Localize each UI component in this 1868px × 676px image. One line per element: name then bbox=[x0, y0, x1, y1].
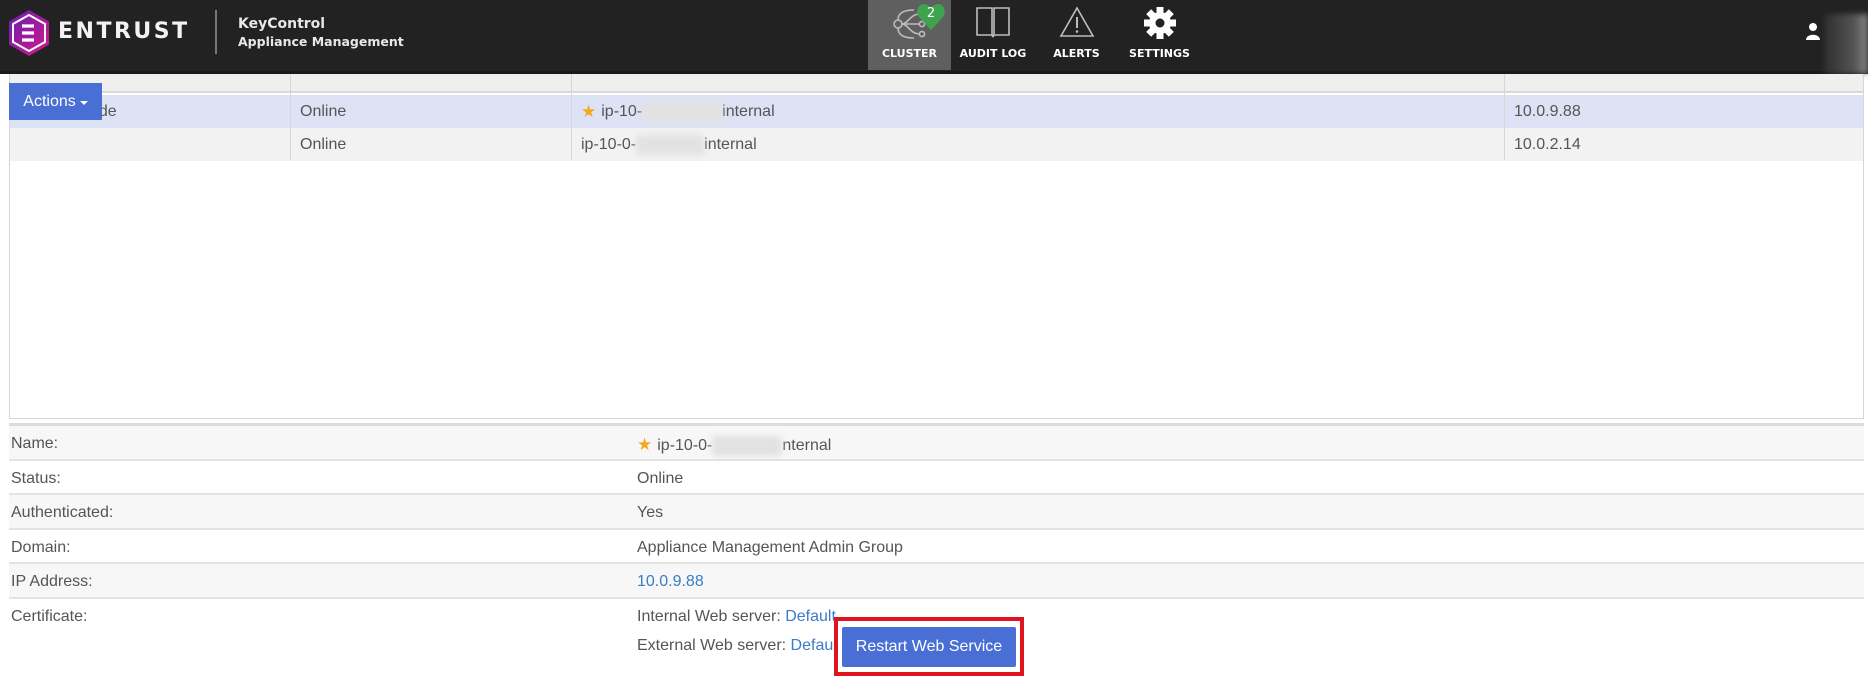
table-row[interactable]: Online ip-10-0- internal 10.0.2.14 bbox=[10, 128, 1863, 161]
external-web-server-label: External Web server: bbox=[637, 636, 791, 654]
book-icon bbox=[976, 7, 1010, 38]
primary-star-icon: ★ bbox=[581, 101, 597, 121]
name-prefix: ip-10-0- bbox=[657, 437, 713, 454]
user-name-redacted[interactable] bbox=[1824, 14, 1868, 74]
nav-label: ALERTS bbox=[1053, 47, 1100, 60]
entrust-logo-icon bbox=[9, 10, 49, 56]
user-icon[interactable] bbox=[1805, 22, 1821, 40]
detail-row-ip-address: IP Address: 10.0.9.88 bbox=[9, 564, 1864, 599]
detail-value: Appliance Management Admin Group bbox=[637, 538, 903, 556]
node-name-prefix: ip-10- bbox=[601, 102, 643, 120]
cluster-count-badge: 2 bbox=[916, 3, 946, 31]
nav-label: CLUSTER bbox=[881, 47, 938, 60]
caret-down-icon bbox=[79, 100, 88, 105]
brand-name: ENTRUST bbox=[58, 19, 190, 44]
node-ip-cell: 10.0.2.14 bbox=[1514, 135, 1581, 153]
column-divider bbox=[571, 74, 572, 160]
node-name-cell: ★ ip-10- internal bbox=[571, 95, 775, 128]
cluster-nodes-table: ode Online ★ ip-10- internal 10.0.9.88 O… bbox=[9, 74, 1864, 419]
node-role-cell bbox=[80, 128, 90, 161]
column-divider bbox=[1504, 74, 1505, 160]
detail-label: Name: bbox=[11, 435, 59, 452]
badge-count: 2 bbox=[926, 6, 936, 21]
ip-address-link[interactable]: 10.0.9.88 bbox=[637, 573, 704, 591]
node-status-cell: Online bbox=[300, 102, 347, 120]
detail-row-name: Name: ★ ip-10-0- nternal bbox=[9, 426, 1864, 461]
table-row[interactable]: ode Online ★ ip-10- internal 10.0.9.88 bbox=[10, 95, 1863, 128]
detail-value: Yes bbox=[637, 504, 664, 521]
internal-cert-link[interactable]: Default bbox=[785, 608, 836, 625]
detail-label: Status: bbox=[11, 469, 61, 487]
product-line-1: KeyControl bbox=[238, 16, 326, 32]
detail-value: ★ ip-10-0- nternal bbox=[637, 435, 831, 456]
nav-tab-audit-log[interactable]: AUDIT LOG bbox=[951, 0, 1035, 70]
redacted-text bbox=[636, 134, 705, 155]
detail-label: Domain: bbox=[11, 538, 71, 556]
detail-label: Authenticated: bbox=[11, 504, 114, 521]
detail-row-status: Status: Online bbox=[9, 461, 1864, 495]
table-header-row bbox=[10, 74, 1863, 93]
detail-label: IP Address: bbox=[11, 573, 93, 590]
name-suffix: nternal bbox=[782, 437, 832, 454]
node-name-prefix: ip-10-0- bbox=[581, 135, 637, 153]
node-ip-cell: 10.0.9.88 bbox=[1514, 102, 1581, 120]
nav-label: SETTINGS bbox=[1129, 47, 1190, 60]
external-web-server-line: External Web server: Defaul bbox=[637, 637, 837, 655]
detail-row-domain: Domain: Appliance Management Admin Group bbox=[9, 530, 1864, 564]
node-name-suffix: internal bbox=[704, 135, 757, 153]
actions-dropdown-button[interactable]: Actions bbox=[9, 83, 102, 120]
nav-label: AUDIT LOG bbox=[959, 47, 1027, 60]
product-line-2: Appliance Management bbox=[238, 34, 404, 49]
top-navigation-bar: ENTRUST KeyControl Appliance Management … bbox=[0, 0, 1868, 74]
column-divider bbox=[290, 74, 291, 160]
internal-web-server-line: Internal Web server: Default bbox=[637, 608, 836, 626]
redacted-text bbox=[712, 435, 783, 456]
internal-web-server-label: Internal Web server: bbox=[637, 607, 786, 625]
primary-star-icon: ★ bbox=[637, 435, 653, 454]
nav-tab-settings[interactable]: SETTINGS bbox=[1118, 0, 1201, 70]
nav-tab-alerts[interactable]: ALERTS bbox=[1035, 0, 1118, 70]
product-name: KeyControl Appliance Management bbox=[238, 15, 404, 51]
actions-label: Actions bbox=[23, 92, 76, 110]
redacted-text bbox=[642, 101, 723, 122]
brand-divider bbox=[215, 10, 217, 54]
restart-web-service-button[interactable]: Restart Web Service bbox=[842, 627, 1016, 667]
detail-row-authenticated: Authenticated: Yes bbox=[9, 495, 1864, 530]
gear-icon bbox=[1143, 7, 1176, 39]
warning-icon bbox=[1059, 6, 1094, 37]
nav-tab-cluster[interactable]: 2 CLUSTER bbox=[868, 0, 951, 70]
detail-value: Online bbox=[637, 469, 684, 487]
node-status-cell: Online bbox=[300, 135, 347, 153]
node-name-suffix: internal bbox=[722, 102, 775, 120]
detail-label: Certificate: bbox=[11, 607, 88, 625]
node-name-cell: ip-10-0- internal bbox=[571, 128, 757, 161]
external-cert-link[interactable]: Defaul bbox=[791, 637, 837, 654]
